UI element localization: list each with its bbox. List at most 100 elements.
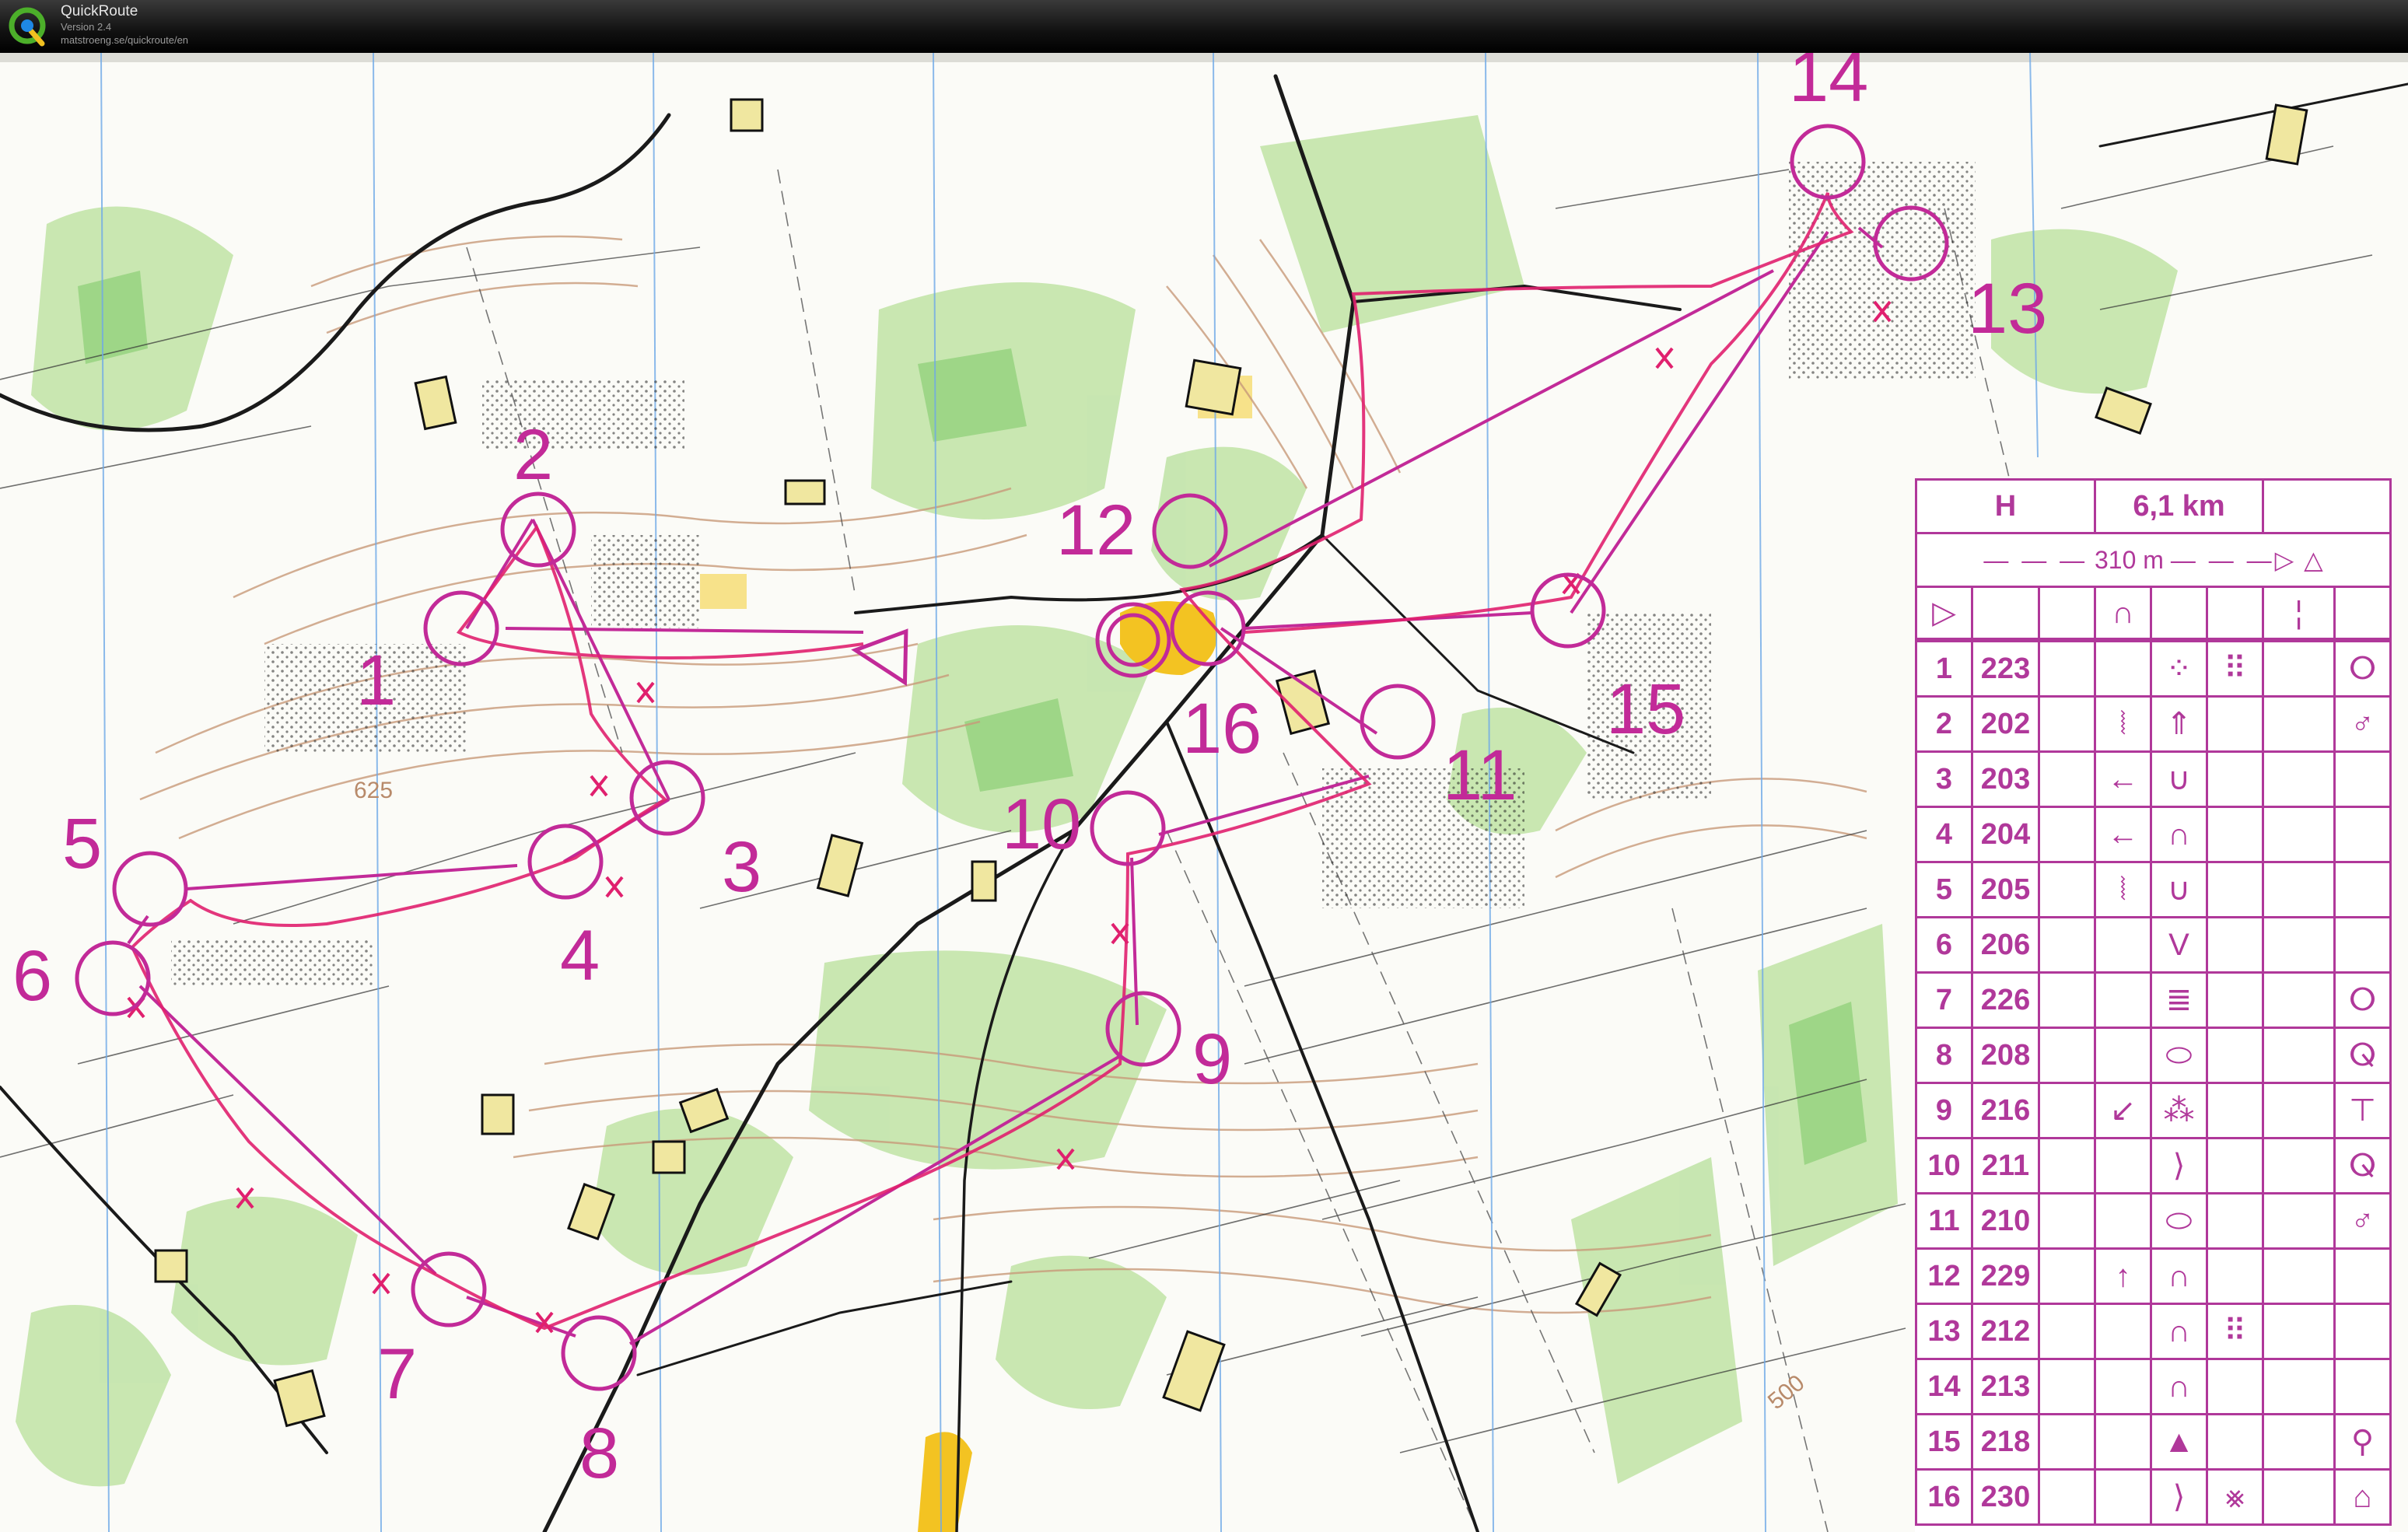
first-aid-icon: ⵔ — [2333, 971, 2392, 1029]
control-row: 2 202 ⦚ ⇑ ♂ — [1915, 695, 2392, 753]
south-west-icon: ↙ — [2094, 1082, 2152, 1139]
start-triangle-icon: ▷ — [1915, 586, 1973, 640]
control-code: 230 — [1971, 1468, 2040, 1526]
elongated-knoll-icon: ⬭ — [2150, 1192, 2208, 1250]
thicket-icon: ⇑ — [2150, 695, 2208, 753]
west-icon: ← — [2094, 806, 2152, 863]
depression-icon: ∪ — [2150, 750, 2208, 808]
dots-icon: ⠿ — [2206, 640, 2264, 698]
control-code: 216 — [1971, 1082, 2040, 1139]
knoll-dotted-icon: ⁘ — [2150, 640, 2208, 698]
control-number: 14 — [1915, 1358, 1973, 1415]
crossed-dots-icon: ⨳ — [2206, 1468, 2264, 1526]
quickroute-logo-icon — [9, 7, 46, 47]
control-number: 15 — [1915, 1413, 1973, 1471]
tower-icon: ¦ — [2262, 586, 2336, 640]
control-code: 205 — [1971, 861, 2040, 918]
marsh-icon: ≣ — [2150, 971, 2208, 1029]
re-entrant-icon: ⟩ — [2150, 1468, 2208, 1526]
depression-icon: ∪ — [2150, 861, 2208, 918]
control-number: 12 — [1915, 1247, 1973, 1305]
control-number-1: 1 — [356, 641, 396, 720]
control-number: 16 — [1915, 1468, 1973, 1526]
control-number: 9 — [1915, 1082, 1973, 1139]
control-code: 211 — [1971, 1137, 2040, 1194]
control-row: 15 218 ▲ ⚲ — [1915, 1413, 2392, 1471]
shelter-icon: ⌂ — [2333, 1468, 2392, 1526]
elongated-knoll-icon: ⬭ — [2150, 1027, 2208, 1084]
control-row: 1 223 ⁘ ⠿ ⵔ — [1915, 640, 2392, 698]
control-row: 4 204 ← ∩ — [1915, 806, 2392, 863]
control-code: 218 — [1971, 1413, 2040, 1471]
control-code: 206 — [1971, 916, 2040, 974]
app-title: QuickRoute — [61, 3, 138, 19]
re-entrant-icon: ⟩ — [2150, 1137, 2208, 1194]
finish-triangle-icon: △ — [2304, 546, 2323, 574]
control-number-3: 3 — [722, 827, 761, 907]
control-description-table: H 6,1 km — — — 310 m — — —▷ △ ▷ ∩ ¦ — [1914, 478, 2392, 640]
knoll-icon: ∩ — [2150, 1358, 2208, 1415]
course-length: 6,1 km — [2094, 478, 2265, 534]
control-number: 5 — [1915, 861, 1973, 918]
control-code: 202 — [1971, 695, 2040, 753]
control-code: 210 — [1971, 1192, 2040, 1250]
control-number-5: 5 — [62, 804, 102, 883]
control-code: 204 — [1971, 806, 2040, 863]
control-row: 14 213 ∩ — [1915, 1358, 2392, 1415]
control-number-10: 10 — [1002, 785, 1081, 864]
west-icon: ← — [2094, 750, 2152, 808]
control-number: 7 — [1915, 971, 1973, 1029]
water-icon: ♂ — [2333, 695, 2392, 753]
rocky-ground-icon: ⁂ — [2150, 1082, 2208, 1139]
control-row: 16 230 ⟩ ⨳ ⌂ — [1915, 1468, 2392, 1526]
control-number: 1 — [1915, 640, 1973, 698]
control-row: 3 203 ← ∪ — [1915, 750, 2392, 808]
control-number-15: 15 — [1606, 670, 1685, 749]
control-number-9: 9 — [1192, 1020, 1232, 1099]
control-row: 11 210 ⬭ ♂ — [1915, 1192, 2392, 1250]
manned-icon: ⊤ — [2333, 1082, 2392, 1139]
contour-label: 625 — [354, 778, 393, 803]
knoll-icon: ∩ — [2150, 806, 2208, 863]
control-number: 8 — [1915, 1027, 1973, 1084]
map-viewport[interactable]: 625 500 1 2 3 4 5 6 7 8 9 10 11 12 13 14… — [0, 53, 2408, 1532]
control-number-2: 2 — [513, 415, 553, 495]
control-row: 6 206 V — [1915, 916, 2392, 974]
control-code: 213 — [1971, 1358, 2040, 1415]
water-icon: ♂ — [2333, 1192, 2392, 1250]
control-number: 3 — [1915, 750, 1973, 808]
control-number: 13 — [1915, 1303, 1973, 1360]
control-code: 223 — [1971, 640, 2040, 698]
marked-route-length: 310 m — [2094, 546, 2164, 574]
north-icon: ↑ — [2094, 1247, 2152, 1305]
app-version: Version 2.4 — [61, 21, 112, 33]
knoll-icon: ∩ — [2150, 1303, 2208, 1360]
control-number-8: 8 — [579, 1414, 619, 1493]
marked-route-row: — — — 310 m — — —▷ △ — [1914, 532, 2392, 588]
control-row: 10 211 ⟩ ⵕ — [1915, 1137, 2392, 1194]
app-url[interactable]: matstroeng.se/quickroute/en — [61, 34, 188, 46]
control-number: 11 — [1915, 1192, 1973, 1250]
control-row: 12 229 ↑ ∩ — [1915, 1247, 2392, 1305]
control-number-16: 16 — [1182, 689, 1262, 768]
knoll-icon: ∩ — [2150, 1247, 2208, 1305]
radio-icon: ⵕ — [2333, 1027, 2392, 1084]
control-row: 13 212 ∩ ⠿ — [1915, 1303, 2392, 1360]
control-description-sheet: H 6,1 km — — — 310 m — — —▷ △ ▷ ∩ ¦ 1 22… — [1914, 478, 2392, 1532]
control-code: 208 — [1971, 1027, 2040, 1084]
control-row: 7 226 ≣ ⵔ — [1915, 971, 2392, 1029]
control-number-6: 6 — [12, 936, 52, 1016]
title-bar: QuickRoute Version 2.4 matstroeng.se/qui… — [0, 0, 2408, 54]
control-rows: 1 223 ⁘ ⠿ ⵔ 2 202 ⦚ ⇑ ♂ 3 203 ← ∪ 4 204 ← ∩ 5 205 ⦚ ∪ 6 206 V 7 22… — [1915, 640, 2392, 1526]
control-code: 203 — [1971, 750, 2040, 808]
control-number-13: 13 — [1968, 269, 2047, 348]
control-number-4: 4 — [560, 916, 600, 995]
control-number-7: 7 — [377, 1334, 417, 1414]
control-number: 2 — [1915, 695, 1973, 753]
dots-icon: ⠿ — [2206, 1303, 2264, 1360]
refreshment-icon: ⚲ — [2333, 1413, 2392, 1471]
control-number-14: 14 — [1789, 53, 1868, 117]
radio-icon: ⵕ — [2333, 1137, 2392, 1194]
control-number: 10 — [1915, 1137, 1973, 1194]
gully-icon: V — [2150, 916, 2208, 974]
